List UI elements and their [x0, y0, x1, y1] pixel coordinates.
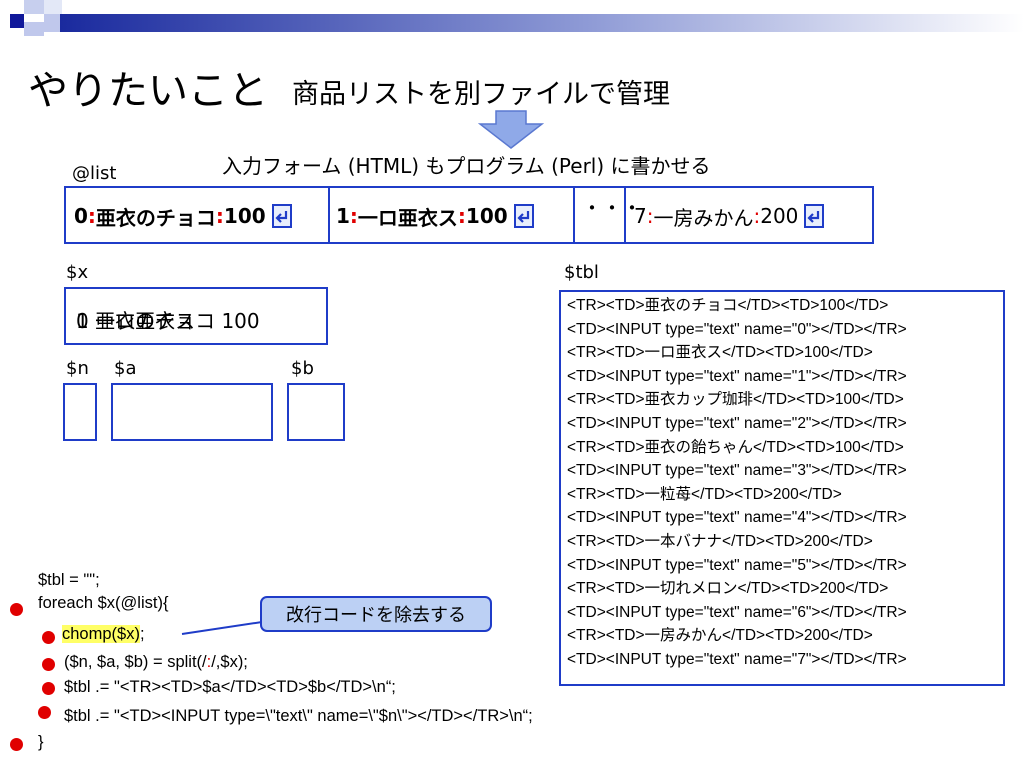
- code-line: ($n, $a, $b) = split(/:/,$x);: [64, 653, 248, 672]
- tbl-line: <TD><INPUT type="text" name="0"></TD></T…: [567, 320, 907, 338]
- a-label: $a: [114, 358, 137, 379]
- bullet-icon: [42, 631, 55, 644]
- ellipsis: ・・・: [582, 195, 642, 220]
- enter-arrow-icon: [513, 204, 534, 228]
- header-decoration: [0, 0, 1024, 36]
- code-line: $tbl .= "<TR><TD>$a</TD><TD>$b</TD>\n“;: [64, 678, 396, 696]
- separator: :: [753, 204, 761, 228]
- tbl-line: <TR><TD>一ロ亜衣ス</TD><TD>100</TD>: [567, 344, 873, 362]
- tbl-line: <TD><INPUT type="text" name="2"></TD></T…: [567, 414, 907, 432]
- tbl-line: <TR><TD>一房みかん</TD><TD>200</TD>: [567, 627, 873, 645]
- code-line: foreach $x(@list){: [38, 594, 169, 612]
- item-price: 100: [223, 204, 266, 228]
- tbl-line: <TD><INPUT type="text" name="1"></TD></T…: [567, 367, 907, 385]
- list-item: 1: 一ロ亜衣ス:100: [336, 188, 534, 244]
- callout-pointer: [180, 620, 264, 640]
- tbl-line: <TD><INPUT type="text" name="5"></TD></T…: [567, 556, 907, 574]
- item-name: 亜衣のチョコ: [95, 205, 216, 230]
- n-label: $n: [66, 358, 89, 379]
- divider: [328, 188, 330, 242]
- list-array-box: 0: 亜衣のチョコ:100 1: 一ロ亜衣ス:100 ・・・ 7: 一房みかん:200: [64, 186, 874, 244]
- enter-arrow-icon: [271, 204, 292, 228]
- bullet-icon: [42, 658, 55, 671]
- tbl-line: <TD><INPUT type="text" name="3"></TD></T…: [567, 462, 907, 480]
- slide-title: やりたいこと: [28, 68, 268, 114]
- divider: [624, 188, 626, 242]
- tbl-line: <TR><TD>一本バナナ</TD><TD>200</TD>: [567, 532, 873, 550]
- tbl-line: <TD><INPUT type="text" name="4"></TD></T…: [567, 509, 907, 527]
- list-label: @list: [72, 163, 117, 184]
- separator: :: [457, 204, 466, 228]
- callout-note: 改行コードを除去する: [260, 596, 492, 632]
- tbl-line: <TD><INPUT type="text" name="7"></TD></T…: [567, 650, 907, 668]
- code-line: $tbl .= "<TD><INPUT type=\"text\" name=\…: [64, 707, 533, 725]
- tbl-variable-box: <TR><TD>亜衣のチョコ</TD><TD>100</TD> <TD><INP…: [559, 290, 1005, 686]
- b-label: $b: [291, 358, 314, 379]
- item-index: 7: [634, 204, 647, 228]
- n-variable-box: [63, 383, 97, 441]
- x-variable-box: 0 亜衣のチョコ 100 1 一ロ亜衣ス: [64, 287, 328, 345]
- bullet-icon: [38, 706, 51, 719]
- code-line: $tbl = "";: [38, 571, 100, 589]
- tbl-line: <TR><TD>一切れメロン</TD><TD>200</TD>: [567, 580, 889, 598]
- tbl-line: <TR><TD>亜衣の飴ちゃん</TD><TD>100</TD>: [567, 438, 904, 456]
- tbl-line: <TR><TD>亜衣カップ珈琲</TD><TD>100</TD>: [567, 391, 904, 409]
- item-name: 一房みかん: [653, 205, 754, 230]
- b-variable-box: [287, 383, 345, 441]
- code-text: /,$x);: [211, 653, 248, 671]
- item-name: 一ロ亜衣ス: [357, 205, 458, 230]
- tbl-line: <TR><TD>一粒苺</TD><TD>200</TD>: [567, 485, 842, 503]
- code-text: ($n, $a, $b) = split(/: [64, 653, 207, 671]
- slide-title-sub: 商品リストを別ファイルで管理: [292, 79, 670, 110]
- enter-arrow-icon: [804, 204, 825, 228]
- highlighted-code: chomp($x): [62, 625, 140, 643]
- separator: :: [349, 204, 358, 228]
- x-value-b: 1 一ロ亜衣ス: [76, 309, 196, 333]
- item-price: 100: [465, 204, 508, 228]
- tbl-label: $tbl: [564, 262, 599, 283]
- separator: :: [215, 204, 224, 228]
- separator: :: [87, 204, 96, 228]
- tbl-line: <TD><INPUT type="text" name="6"></TD></T…: [567, 603, 907, 621]
- bullet-icon: [10, 738, 23, 751]
- a-variable-box: [111, 383, 273, 441]
- tbl-line: <TR><TD>亜衣のチョコ</TD><TD>100</TD>: [567, 297, 889, 314]
- down-arrow-icon: [477, 110, 545, 150]
- subtitle: 入力フォーム (HTML) もプログラム (Perl) に書かせる: [222, 154, 711, 178]
- list-item: 7: 一房みかん:200: [634, 188, 825, 244]
- divider: [573, 188, 575, 242]
- code-line: chomp($x);: [62, 625, 145, 644]
- separator: :: [646, 204, 654, 228]
- bullet-icon: [10, 603, 23, 616]
- item-index: 0: [74, 204, 88, 228]
- item-index: 1: [336, 204, 350, 228]
- item-price: 200: [760, 204, 799, 228]
- bullet-icon: [42, 682, 55, 695]
- code-text: ;: [139, 625, 145, 643]
- list-item: 0: 亜衣のチョコ:100: [74, 188, 292, 244]
- x-label: $x: [66, 262, 89, 283]
- code-line: }: [38, 733, 44, 751]
